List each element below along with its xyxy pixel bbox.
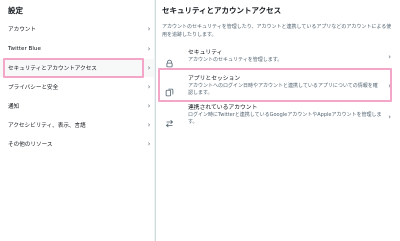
sidebar-item-label: Twitter Blue xyxy=(8,46,41,52)
lock-icon xyxy=(165,53,174,68)
row-title: セキュリティ xyxy=(188,50,223,56)
chevron-right-icon: › xyxy=(147,24,151,33)
sidebar-item-additional-resources[interactable]: その他のリソース › xyxy=(0,135,154,153)
sidebar-item-accessibility[interactable]: アクセシビリティ、表示、言語 › xyxy=(0,116,154,134)
chevron-right-icon: › xyxy=(147,139,151,148)
row-apps-sessions[interactable]: アプリとセッション アカウントへのログイン日時やアカウントと連携しているアプリに… xyxy=(156,72,400,102)
sidebar-item-twitter-blue[interactable]: Twitter Blue › xyxy=(0,40,154,58)
swap-arrows-icon xyxy=(165,113,174,128)
chevron-right-icon: › xyxy=(147,82,151,91)
chevron-right-icon: › xyxy=(388,53,391,61)
row-subtitle: アカウントへのログイン日時やアカウントと連携しているアプリについての情報を確認し… xyxy=(188,83,378,97)
row-subtitle: ログイン時にTwitterと連携しているGoogleアカウントやAppleアカウ… xyxy=(188,112,382,126)
settings-title: 設定 xyxy=(8,6,23,15)
page-description: アカウントのセキュリティを管理したり、アカウントと連携しているアプリなどのアカウ… xyxy=(162,24,392,38)
sidebar-item-security-access[interactable]: セキュリティとアカウントアクセス › xyxy=(0,59,154,77)
row-subtitle: アカウントのセキュリティを管理します。 xyxy=(188,57,283,63)
apps-icon xyxy=(165,82,174,97)
chevron-right-icon: › xyxy=(388,113,391,121)
row-title: 連携されているアカウント xyxy=(188,105,258,111)
sidebar-item-label: 通知 xyxy=(8,104,20,110)
sidebar-item-label: アカウント xyxy=(8,27,36,33)
chevron-right-icon: › xyxy=(147,44,151,53)
sidebar-item-notifications[interactable]: 通知 › xyxy=(0,97,154,115)
sidebar-item-label: その他のリソース xyxy=(8,142,53,148)
chevron-right-icon: › xyxy=(388,82,391,90)
sidebar-item-label: プライバシーと安全 xyxy=(8,85,59,91)
detail-pane: セキュリティとアカウントアクセス アカウントのセキュリティを管理したり、アカウン… xyxy=(155,0,400,241)
settings-sidebar: 設定 アカウント › Twitter Blue › セキュリティとアカウントアク… xyxy=(0,0,155,241)
chevron-right-icon: › xyxy=(147,120,151,129)
row-title: アプリとセッション xyxy=(188,76,241,82)
sidebar-item-label: アクセシビリティ、表示、言語 xyxy=(8,123,86,129)
sidebar-item-privacy-safety[interactable]: プライバシーと安全 › xyxy=(0,78,154,96)
sidebar-item-account[interactable]: アカウント › xyxy=(0,20,154,38)
chevron-right-icon: › xyxy=(147,63,151,72)
sidebar-item-label: セキュリティとアカウントアクセス xyxy=(8,66,97,72)
page-title: セキュリティとアカウントアクセス xyxy=(162,6,282,15)
row-security[interactable]: セキュリティ アカウントのセキュリティを管理します。 › xyxy=(156,46,400,70)
row-connected-accounts[interactable]: 連携されているアカウント ログイン時にTwitterと連携しているGoogleア… xyxy=(156,104,400,134)
chevron-right-icon: › xyxy=(147,101,151,110)
